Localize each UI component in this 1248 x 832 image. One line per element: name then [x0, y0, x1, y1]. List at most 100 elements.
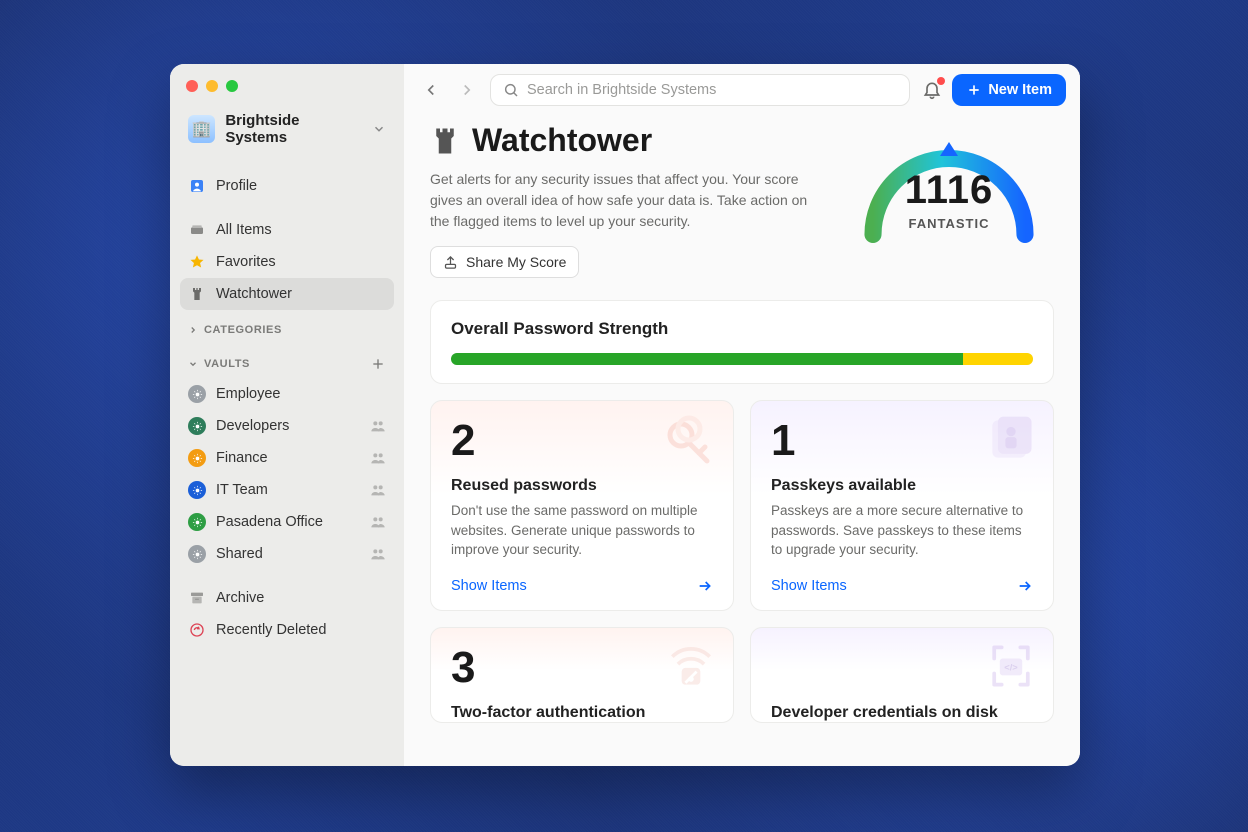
notification-badge [937, 77, 945, 85]
show-items-link[interactable]: Show Items [451, 578, 713, 594]
page-description: Get alerts for any security issues that … [430, 169, 824, 232]
card-desc: Passkeys are a more secure alternative t… [771, 501, 1033, 560]
sidebar-item-all[interactable]: All Items [180, 214, 394, 246]
sidebar-label: All Items [216, 222, 272, 238]
sidebar-item-favorites[interactable]: Favorites [180, 246, 394, 278]
vault-icon [188, 513, 206, 531]
account-switcher[interactable]: 🏢 Brightside Systems [180, 106, 394, 152]
card-2fa: 3 Two-factor authentication [430, 627, 734, 723]
strength-yellow-segment [963, 353, 1033, 365]
page-title-text: Watchtower [472, 122, 652, 159]
score-value: 1116 [854, 168, 1044, 213]
vault-icon [188, 449, 206, 467]
shared-icon [370, 514, 386, 530]
vault-item[interactable]: Developers [180, 410, 394, 442]
card-title: Developer credentials on disk [771, 704, 1033, 722]
vault-icon [188, 545, 206, 563]
sidebar: 🏢 Brightside Systems Profile All Items [170, 64, 404, 766]
sidebar-label: Profile [216, 178, 257, 194]
vault-item[interactable]: Pasadena Office [180, 506, 394, 538]
search-box[interactable] [490, 74, 910, 106]
trash-icon [188, 621, 206, 639]
search-input[interactable] [527, 82, 897, 98]
vault-list: Employee Developers Finance IT Team Pasa… [180, 378, 394, 570]
show-items-link[interactable]: Show Items [771, 578, 1033, 594]
arrow-right-icon [1017, 578, 1033, 594]
chevron-down-icon [372, 122, 386, 136]
profile-icon [188, 177, 206, 195]
section-categories[interactable]: CATEGORIES [180, 310, 394, 342]
code-brackets-icon: </> [983, 638, 1039, 694]
sidebar-label: Archive [216, 590, 264, 606]
vault-label: Finance [216, 450, 268, 466]
minimize-window[interactable] [206, 80, 218, 92]
cards-grid: 2 Reused passwords Don't use the same pa… [430, 400, 1054, 723]
card-title: Reused passwords [451, 477, 713, 495]
new-item-button[interactable]: New Item [952, 74, 1066, 106]
back-button[interactable] [418, 77, 444, 103]
passkey-icon [983, 411, 1039, 467]
vault-label: Pasadena Office [216, 514, 323, 530]
vault-icon [188, 385, 206, 403]
watchtower-hero: Watchtower Get alerts for any security i… [430, 122, 1054, 278]
vault-item[interactable]: Employee [180, 378, 394, 410]
page-title: Watchtower [430, 122, 824, 159]
share-label: Share My Score [466, 254, 566, 270]
sidebar-item-archive[interactable]: Archive [180, 582, 394, 614]
card-desc: Don't use the same password on multiple … [451, 501, 713, 560]
vault-label: Employee [216, 386, 280, 402]
keys-icon [659, 411, 719, 471]
sidebar-label: Recently Deleted [216, 622, 326, 638]
section-label: CATEGORIES [204, 324, 282, 336]
vault-label: Shared [216, 546, 263, 562]
forward-button[interactable] [454, 77, 480, 103]
sidebar-item-profile[interactable]: Profile [180, 170, 394, 202]
tower-icon [188, 285, 206, 303]
card-dev-creds: </> Developer credentials on disk [750, 627, 1054, 723]
archive-icon [188, 589, 206, 607]
card-passkeys: 1 Passkeys available Passkeys are a more… [750, 400, 1054, 611]
main-content: New Item Watchtower Get alerts for any s… [404, 64, 1080, 766]
maximize-window[interactable] [226, 80, 238, 92]
sidebar-item-watchtower[interactable]: Watchtower [180, 278, 394, 310]
strength-green-segment [451, 353, 963, 365]
vault-label: Developers [216, 418, 289, 434]
link-label: Show Items [771, 578, 847, 594]
search-icon [503, 82, 519, 98]
vault-item[interactable]: Shared [180, 538, 394, 570]
close-window[interactable] [186, 80, 198, 92]
strength-bar [451, 353, 1033, 365]
card-title: Two-factor authentication [451, 704, 713, 722]
shared-icon [370, 482, 386, 498]
lock-wifi-icon [663, 638, 719, 694]
vault-label: IT Team [216, 482, 268, 498]
vault-icon [188, 417, 206, 435]
panel-title: Overall Password Strength [451, 319, 1033, 339]
vault-item[interactable]: IT Team [180, 474, 394, 506]
window-controls [180, 76, 394, 106]
tray-icon [188, 221, 206, 239]
shared-icon [370, 546, 386, 562]
tower-icon [430, 126, 460, 156]
card-reused-passwords: 2 Reused passwords Don't use the same pa… [430, 400, 734, 611]
chevron-right-icon [188, 325, 198, 335]
svg-text:</>: </> [1004, 662, 1018, 672]
content-scroll: Watchtower Get alerts for any security i… [404, 116, 1080, 723]
sidebar-label: Watchtower [216, 286, 292, 302]
password-strength-panel: Overall Password Strength [430, 300, 1054, 384]
share-score-button[interactable]: Share My Score [430, 246, 579, 278]
card-title: Passkeys available [771, 477, 1033, 495]
app-window: 🏢 Brightside Systems Profile All Items [170, 64, 1080, 766]
vault-item[interactable]: Finance [180, 442, 394, 474]
add-vault-button[interactable] [370, 356, 386, 372]
vault-icon [188, 481, 206, 499]
score-label: FANTASTIC [854, 216, 1044, 231]
notifications-button[interactable] [922, 80, 942, 100]
sidebar-item-deleted[interactable]: Recently Deleted [180, 614, 394, 646]
star-icon [188, 253, 206, 271]
section-vaults[interactable]: VAULTS [180, 342, 394, 378]
sidebar-label: Favorites [216, 254, 276, 270]
account-icon: 🏢 [188, 115, 215, 143]
link-label: Show Items [451, 578, 527, 594]
shared-icon [370, 418, 386, 434]
